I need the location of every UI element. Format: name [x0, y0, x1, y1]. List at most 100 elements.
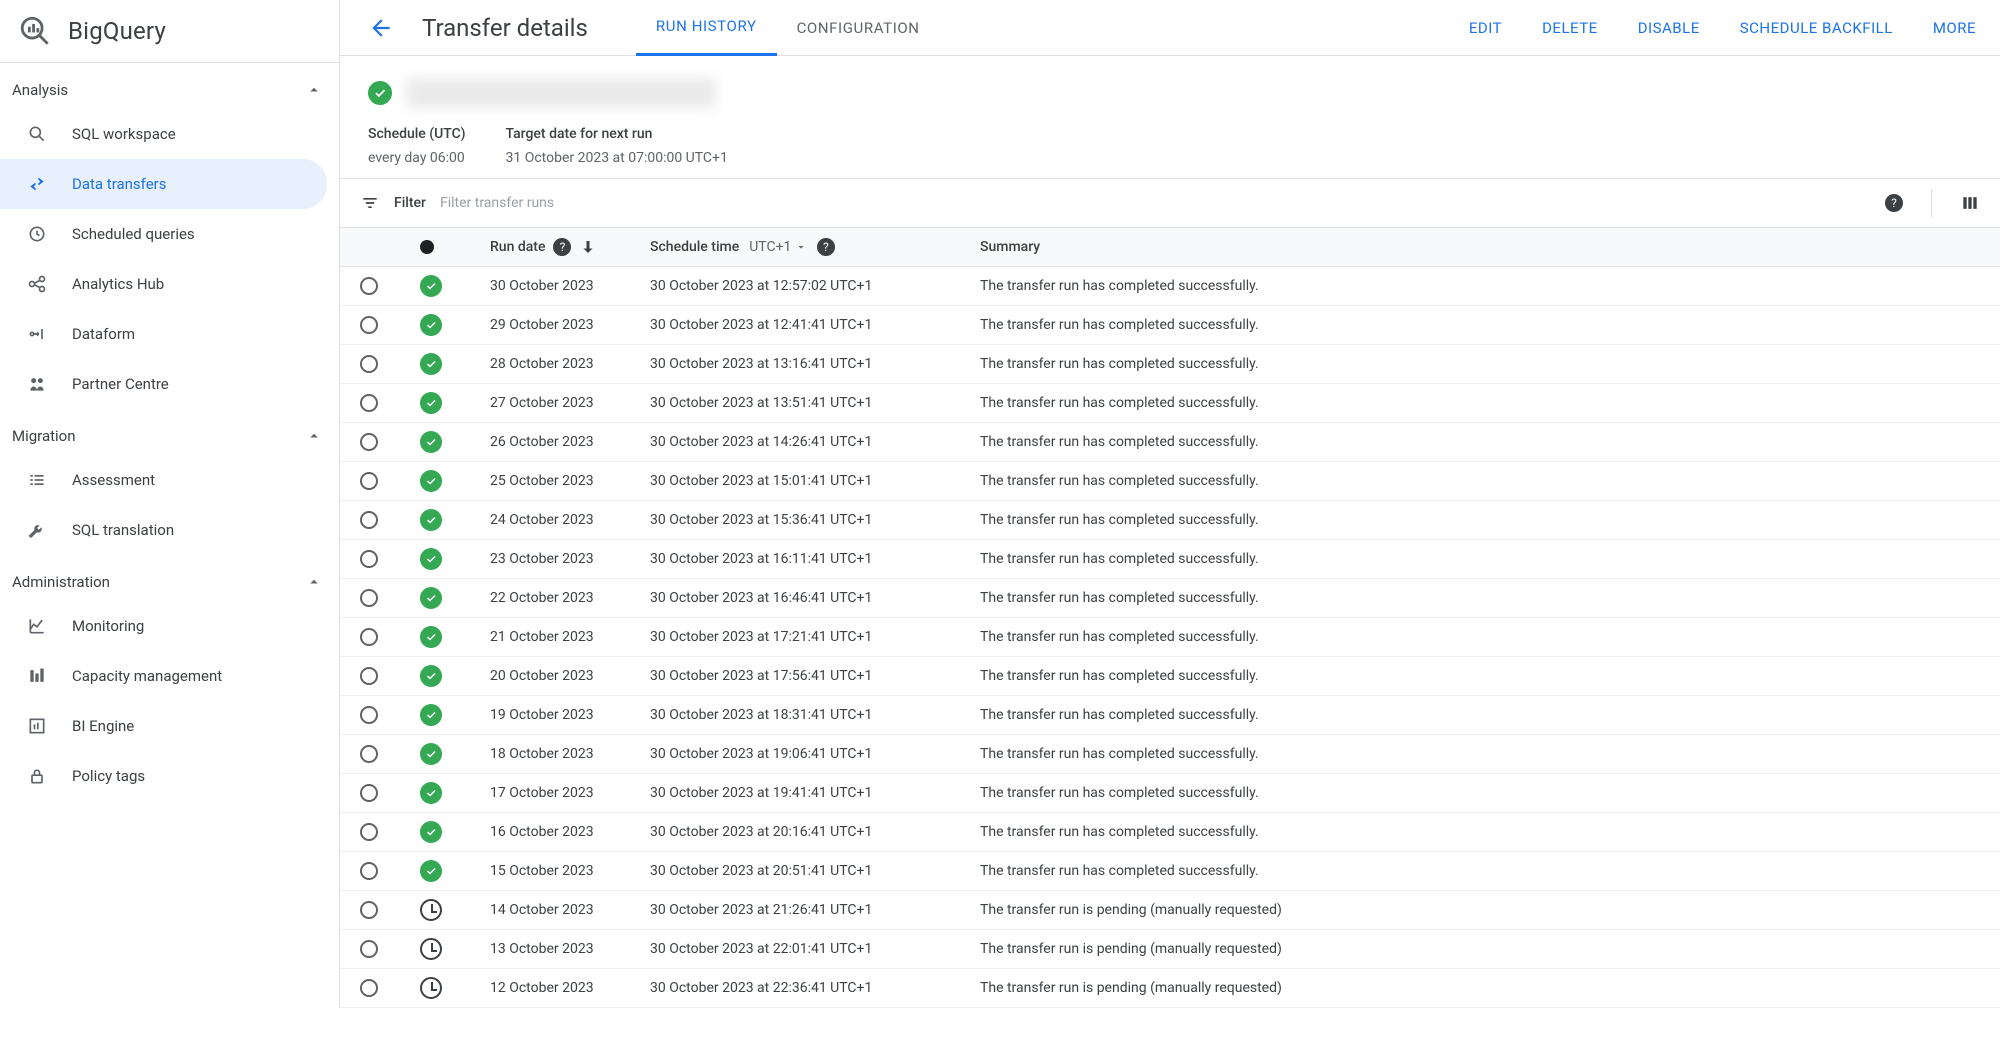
schedule-backfill-button[interactable]: SCHEDULE BACKFILL — [1740, 19, 1893, 37]
more-button[interactable]: MORE — [1933, 19, 1976, 37]
tab-configuration[interactable]: CONFIGURATION — [777, 0, 940, 56]
status-pending-icon — [420, 977, 442, 999]
table-row[interactable]: 25 October 202330 October 2023 at 15:01:… — [340, 462, 2000, 501]
row-radio[interactable] — [360, 745, 378, 763]
back-button[interactable] — [364, 11, 398, 45]
nav-capacity-management[interactable]: Capacity management — [0, 651, 327, 701]
table-row[interactable]: 16 October 202330 October 2023 at 20:16:… — [340, 813, 2000, 852]
columns-icon[interactable] — [1960, 193, 1980, 213]
nav-sql-translation[interactable]: SQL translation — [0, 505, 327, 555]
nav-data-transfers[interactable]: Data transfers — [0, 159, 327, 209]
schedule-time-value: 30 October 2023 at 20:51:41 UTC+1 — [650, 863, 872, 879]
row-radio[interactable] — [360, 667, 378, 685]
runs-table-body: 30 October 202330 October 2023 at 12:57:… — [340, 267, 2000, 1008]
table-row[interactable]: 12 October 202330 October 2023 at 22:36:… — [340, 969, 2000, 1008]
timezone-selector[interactable]: UTC+1 — [749, 239, 807, 255]
filter-icon[interactable] — [360, 193, 380, 213]
row-radio[interactable] — [360, 706, 378, 724]
schedule-time-value: 30 October 2023 at 22:01:41 UTC+1 — [650, 941, 872, 957]
filter-input[interactable]: Filter transfer runs — [440, 195, 1871, 211]
disable-button[interactable]: DISABLE — [1638, 19, 1700, 37]
nav-partner-centre[interactable]: Partner Centre — [0, 359, 327, 409]
row-radio[interactable] — [360, 472, 378, 490]
hub-icon — [26, 273, 48, 295]
table-row[interactable]: 29 October 202330 October 2023 at 12:41:… — [340, 306, 2000, 345]
run-date-value: 26 October 2023 — [490, 434, 594, 450]
delete-button[interactable]: DELETE — [1542, 19, 1598, 37]
row-radio[interactable] — [360, 394, 378, 412]
table-row[interactable]: 19 October 202330 October 2023 at 18:31:… — [340, 696, 2000, 735]
table-row[interactable]: 20 October 202330 October 2023 at 17:56:… — [340, 657, 2000, 696]
schedule-time-value: 30 October 2023 at 21:26:41 UTC+1 — [650, 902, 872, 918]
help-icon[interactable]: ? — [553, 238, 571, 256]
nav-assessment[interactable]: Assessment — [0, 455, 327, 505]
table-row[interactable]: 13 October 202330 October 2023 at 22:01:… — [340, 930, 2000, 969]
edit-button[interactable]: EDIT — [1469, 19, 1502, 37]
status-pending-icon — [420, 899, 442, 921]
dataform-icon — [26, 323, 48, 345]
target-date-value: 31 October 2023 at 07:00:00 UTC+1 — [506, 150, 728, 166]
schedule-time-value: 30 October 2023 at 19:06:41 UTC+1 — [650, 746, 872, 762]
row-radio[interactable] — [360, 316, 378, 334]
table-row[interactable]: 23 October 202330 October 2023 at 16:11:… — [340, 540, 2000, 579]
section-administration[interactable]: Administration — [0, 555, 339, 601]
nav-label: Scheduled queries — [72, 225, 195, 243]
nav-sql-workspace[interactable]: SQL workspace — [0, 109, 327, 159]
nav-policy-tags[interactable]: Policy tags — [0, 751, 327, 801]
summary-value: The transfer run is pending (manually re… — [980, 941, 1282, 957]
table-row[interactable]: 26 October 202330 October 2023 at 14:26:… — [340, 423, 2000, 462]
summary-value: The transfer run has completed successfu… — [980, 551, 1259, 567]
page-title: Transfer details — [422, 14, 588, 42]
nav-label: Monitoring — [72, 617, 144, 635]
table-row[interactable]: 18 October 202330 October 2023 at 19:06:… — [340, 735, 2000, 774]
help-icon[interactable]: ? — [1885, 194, 1903, 212]
status-success-icon — [420, 743, 442, 765]
table-row[interactable]: 28 October 202330 October 2023 at 13:16:… — [340, 345, 2000, 384]
help-icon[interactable]: ? — [817, 238, 835, 256]
table-row[interactable]: 27 October 202330 October 2023 at 13:51:… — [340, 384, 2000, 423]
row-radio[interactable] — [360, 511, 378, 529]
row-radio[interactable] — [360, 433, 378, 451]
table-row[interactable]: 30 October 202330 October 2023 at 12:57:… — [340, 267, 2000, 306]
sort-desc-icon[interactable] — [579, 238, 597, 256]
row-radio[interactable] — [360, 589, 378, 607]
section-migration[interactable]: Migration — [0, 409, 339, 455]
row-radio[interactable] — [360, 901, 378, 919]
row-radio[interactable] — [360, 940, 378, 958]
table-row[interactable]: 24 October 202330 October 2023 at 15:36:… — [340, 501, 2000, 540]
col-run-date[interactable]: Run date — [490, 239, 545, 255]
row-radio[interactable] — [360, 862, 378, 880]
section-label: Administration — [12, 573, 110, 591]
row-radio[interactable] — [360, 823, 378, 841]
run-date-value: 25 October 2023 — [490, 473, 594, 489]
nav-dataform[interactable]: Dataform — [0, 309, 327, 359]
search-icon — [26, 123, 48, 145]
section-analysis[interactable]: Analysis — [0, 63, 339, 109]
row-radio[interactable] — [360, 784, 378, 802]
row-radio[interactable] — [360, 355, 378, 373]
main: Transfer details RUN HISTORY CONFIGURATI… — [340, 0, 2000, 1008]
summary-value: The transfer run has completed successfu… — [980, 590, 1259, 606]
brand: BigQuery — [0, 0, 339, 63]
nav-scheduled-queries[interactable]: Scheduled queries — [0, 209, 327, 259]
table-row[interactable]: 14 October 202330 October 2023 at 21:26:… — [340, 891, 2000, 930]
row-radio[interactable] — [360, 979, 378, 997]
status-success-icon — [420, 782, 442, 804]
nav-bi-engine[interactable]: BI Engine — [0, 701, 327, 751]
col-schedule-time[interactable]: Schedule time — [650, 239, 739, 255]
row-radio[interactable] — [360, 628, 378, 646]
nav-monitoring[interactable]: Monitoring — [0, 601, 327, 651]
row-radio[interactable] — [360, 550, 378, 568]
summary-value: The transfer run has completed successfu… — [980, 785, 1259, 801]
table-row[interactable]: 15 October 202330 October 2023 at 20:51:… — [340, 852, 2000, 891]
table-row[interactable]: 22 October 202330 October 2023 at 16:46:… — [340, 579, 2000, 618]
row-radio[interactable] — [360, 277, 378, 295]
status-success-icon — [420, 353, 442, 375]
status-success-icon — [420, 860, 442, 882]
tab-run-history[interactable]: RUN HISTORY — [636, 0, 777, 56]
nav-analytics-hub[interactable]: Analytics Hub — [0, 259, 327, 309]
table-row[interactable]: 17 October 202330 October 2023 at 19:41:… — [340, 774, 2000, 813]
table-row[interactable]: 21 October 202330 October 2023 at 17:21:… — [340, 618, 2000, 657]
wrench-icon — [26, 519, 48, 541]
status-success-icon — [368, 81, 392, 105]
